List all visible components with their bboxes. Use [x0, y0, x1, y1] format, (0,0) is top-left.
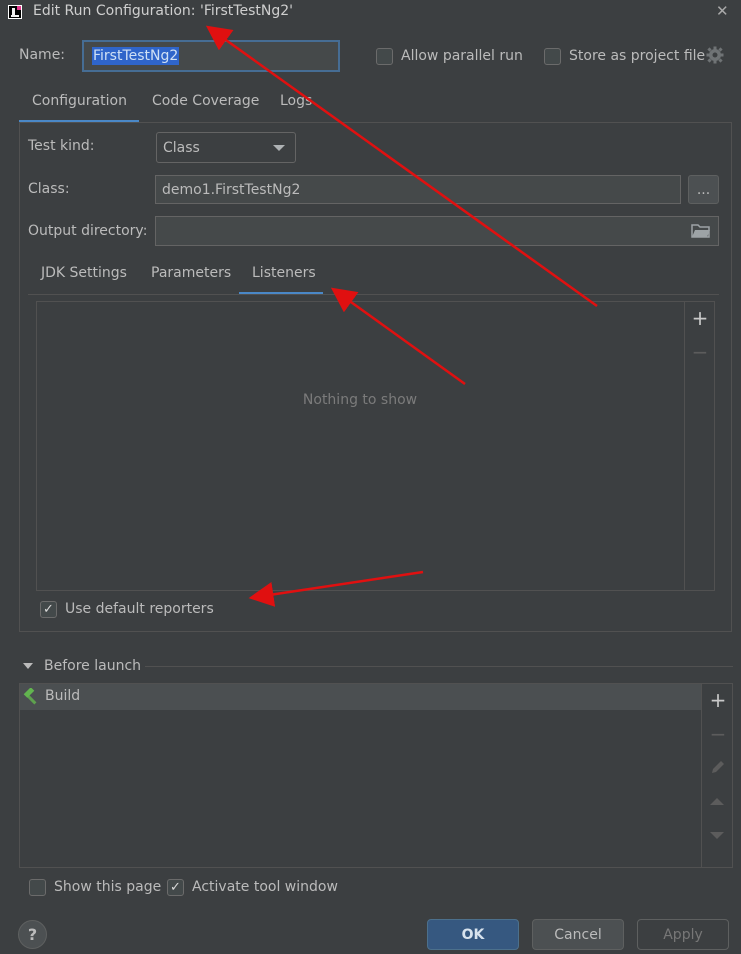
sub-tabs-divider [28, 294, 719, 295]
test-kind-dropdown[interactable]: Class [156, 132, 296, 163]
tab-parameters[interactable]: Parameters [151, 265, 231, 281]
test-kind-label: Test kind: [28, 138, 95, 154]
class-field[interactable]: demo1.FirstTestNg2 [155, 175, 681, 204]
gear-icon[interactable] [705, 45, 725, 65]
activate-tool-window-label: Activate tool window [192, 879, 338, 895]
test-kind-value: Class [163, 139, 200, 156]
collapse-toggle-icon[interactable] [23, 663, 33, 669]
ok-button[interactable]: OK [427, 919, 519, 950]
move-down-icon[interactable] [710, 832, 724, 839]
allow-parallel-checkbox[interactable] [376, 48, 393, 65]
window-title: Edit Run Configuration: 'FirstTestNg2' [33, 3, 293, 19]
remove-task-button[interactable]: − [706, 722, 730, 746]
add-task-button[interactable]: + [706, 688, 730, 712]
cancel-button[interactable]: Cancel [532, 919, 624, 950]
edit-icon[interactable] [709, 758, 727, 776]
name-field-value: FirstTestNg2 [92, 47, 180, 65]
tab-listeners[interactable]: Listeners [252, 265, 316, 281]
move-up-icon[interactable] [710, 798, 724, 805]
add-listener-button[interactable]: + [688, 306, 712, 330]
store-project-checkbox[interactable] [544, 48, 561, 65]
use-default-reporters-checkbox[interactable]: ✓ [40, 601, 57, 618]
checkmark-icon: ✓ [170, 880, 181, 895]
help-button[interactable]: ? [18, 920, 47, 949]
title-bar: Edit Run Configuration: 'FirstTestNg2' ✕ [0, 0, 741, 24]
class-label: Class: [28, 181, 70, 197]
listeners-list[interactable]: + − Nothing to show [36, 301, 715, 591]
remove-listener-button[interactable]: − [688, 340, 712, 364]
tab-code-coverage[interactable]: Code Coverage [152, 93, 259, 109]
tab-logs[interactable]: Logs [280, 93, 312, 109]
close-icon[interactable]: ✕ [716, 2, 729, 20]
empty-list-text: Nothing to show [302, 392, 418, 408]
store-project-label: Store as project file [569, 48, 706, 64]
name-field[interactable]: FirstTestNg2 [82, 40, 340, 72]
before-launch-toolbar: + − [701, 684, 733, 867]
chevron-down-icon [273, 145, 285, 151]
checkmark-icon: ✓ [43, 602, 54, 617]
class-field-value: demo1.FirstTestNg2 [162, 181, 301, 198]
folder-icon[interactable] [691, 222, 711, 240]
activate-tool-window-checkbox[interactable]: ✓ [167, 879, 184, 896]
show-page-checkbox[interactable] [29, 879, 46, 896]
browse-class-button[interactable]: ... [688, 175, 719, 204]
hammer-icon [23, 687, 41, 706]
show-page-label: Show this page [54, 879, 162, 895]
before-launch-label: Before launch [44, 658, 142, 674]
before-launch-divider [145, 666, 733, 667]
list-item[interactable]: Build [20, 684, 701, 710]
allow-parallel-label: Allow parallel run [401, 48, 523, 64]
name-label: Name: [19, 47, 66, 63]
tab-jdk-settings[interactable]: JDK Settings [41, 265, 127, 281]
apply-button[interactable]: Apply [637, 919, 729, 950]
output-dir-label: Output directory: [28, 223, 148, 239]
tab-configuration[interactable]: Configuration [32, 93, 127, 109]
before-launch-list[interactable]: Build + − [19, 683, 733, 868]
build-item-label: Build [45, 688, 81, 704]
use-default-reporters-label: Use default reporters [65, 601, 214, 617]
listeners-toolbar: + − [684, 302, 715, 590]
output-dir-field[interactable] [155, 216, 719, 246]
intellij-app-icon [8, 5, 22, 19]
